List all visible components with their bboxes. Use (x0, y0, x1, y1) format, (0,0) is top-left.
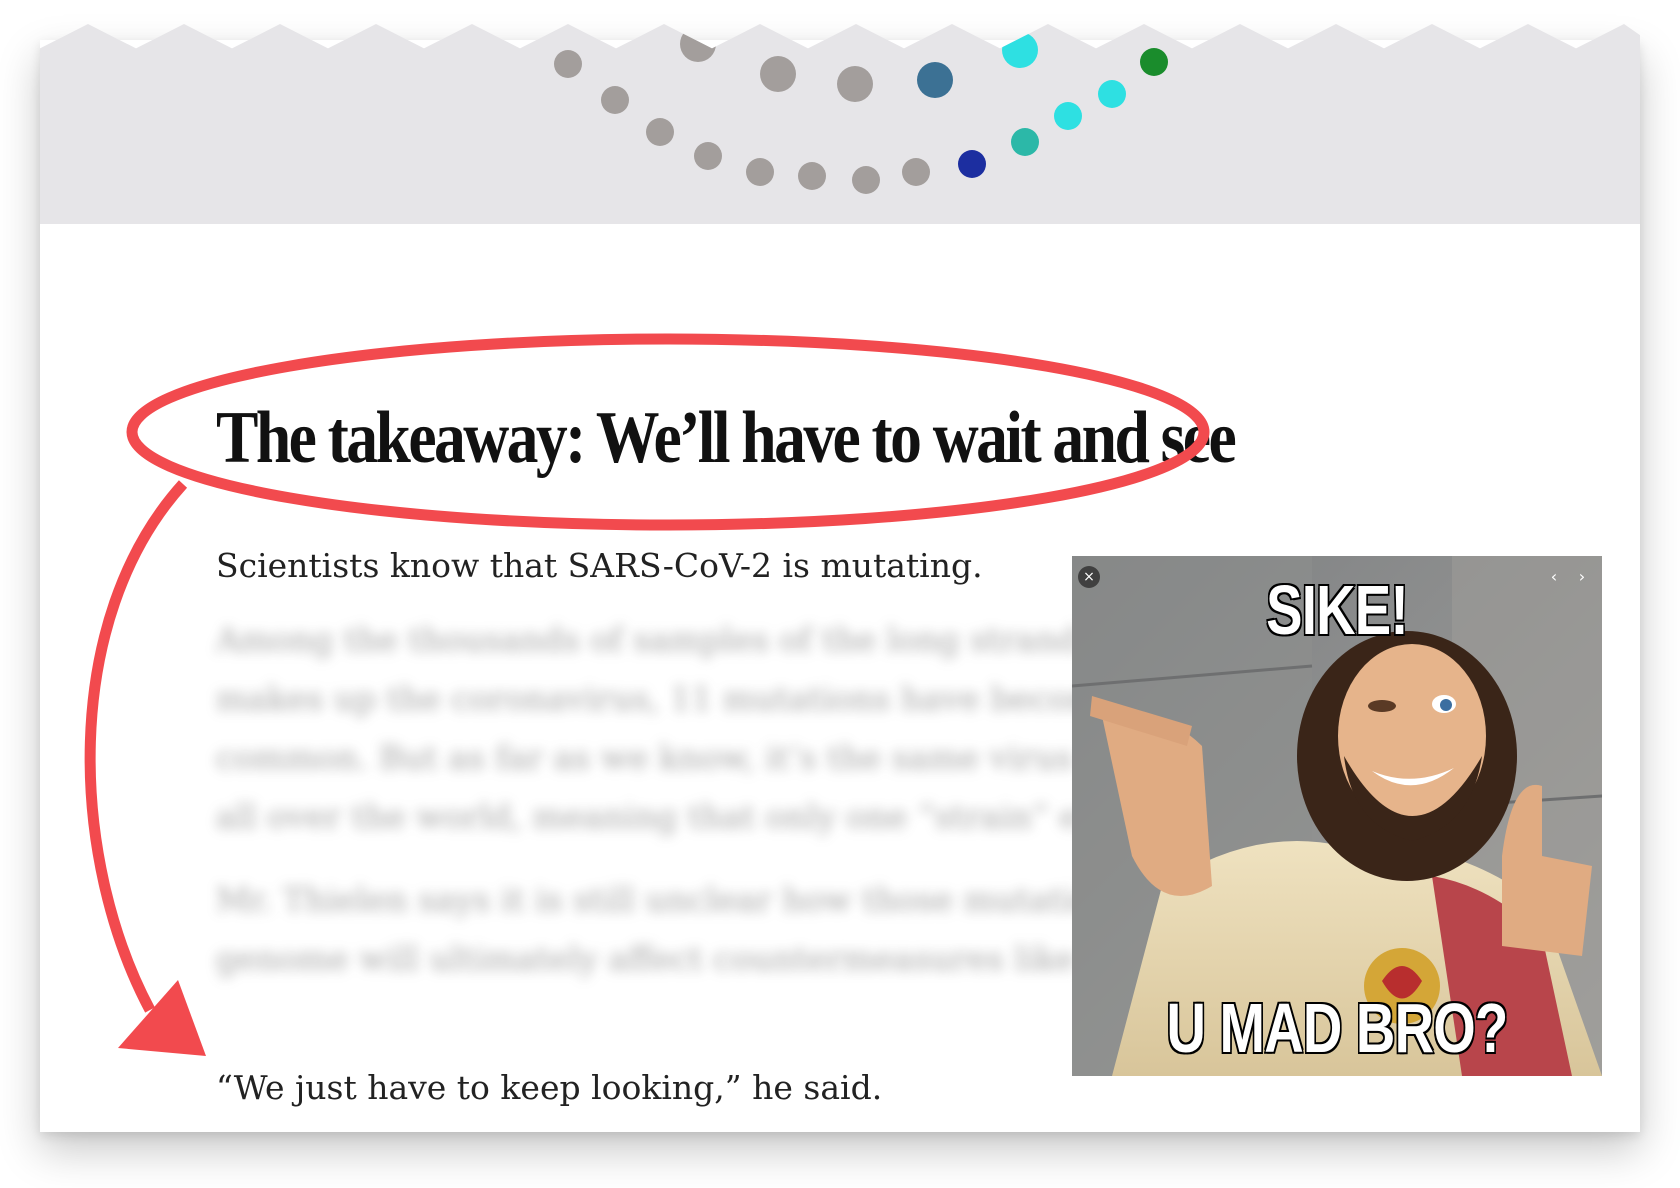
meme-bottom-caption: U MAD BRO? (1165, 988, 1509, 1069)
chevron-left-icon[interactable]: ‹ (1544, 566, 1564, 588)
mutation-dot (646, 118, 674, 146)
blurred-paragraph-line: all over the world, meaning that only on… (216, 797, 1166, 836)
mutation-dot (1098, 80, 1126, 108)
mutation-dot (1140, 48, 1168, 76)
chevron-right-icon[interactable]: › (1572, 566, 1592, 588)
mutation-dots (486, 24, 1168, 194)
quote-paragraph: “We just have to keep looking,” he said. (216, 1068, 883, 1107)
mutation-dot (1054, 102, 1082, 130)
mutation-dot (958, 150, 986, 178)
mutation-dot (601, 86, 629, 114)
mutation-dot (486, 24, 514, 36)
screenshot-stage: The takeaway: We’ll have to wait and see… (0, 0, 1680, 1188)
section-heading: The takeaway: We’ll have to wait and see (216, 397, 1237, 479)
close-icon[interactable]: × (1078, 566, 1100, 588)
lede-paragraph: Scientists know that SARS-CoV-2 is mutat… (216, 546, 983, 585)
meme-top-caption: SIKE! (1265, 570, 1410, 651)
mutation-dot (1002, 32, 1038, 68)
mutation-dot (902, 158, 930, 186)
mutation-graphic (40, 24, 1640, 224)
mutation-dot (760, 56, 796, 92)
meme-popup[interactable]: SIKE! U MAD BRO? × ‹ › (1072, 556, 1602, 1076)
mutation-dot (746, 158, 774, 186)
mutation-dot (1011, 128, 1039, 156)
mutation-dot (554, 50, 582, 78)
blurred-paragraph-line: makes up the coronavirus, 11 mutations h… (216, 679, 1218, 718)
mutation-dot (917, 62, 953, 98)
mutation-dot (694, 142, 722, 170)
mutation-dot (837, 66, 873, 102)
mutation-dots-svg (486, 24, 1168, 194)
mutation-dot (852, 166, 880, 194)
mutation-dot (798, 162, 826, 190)
